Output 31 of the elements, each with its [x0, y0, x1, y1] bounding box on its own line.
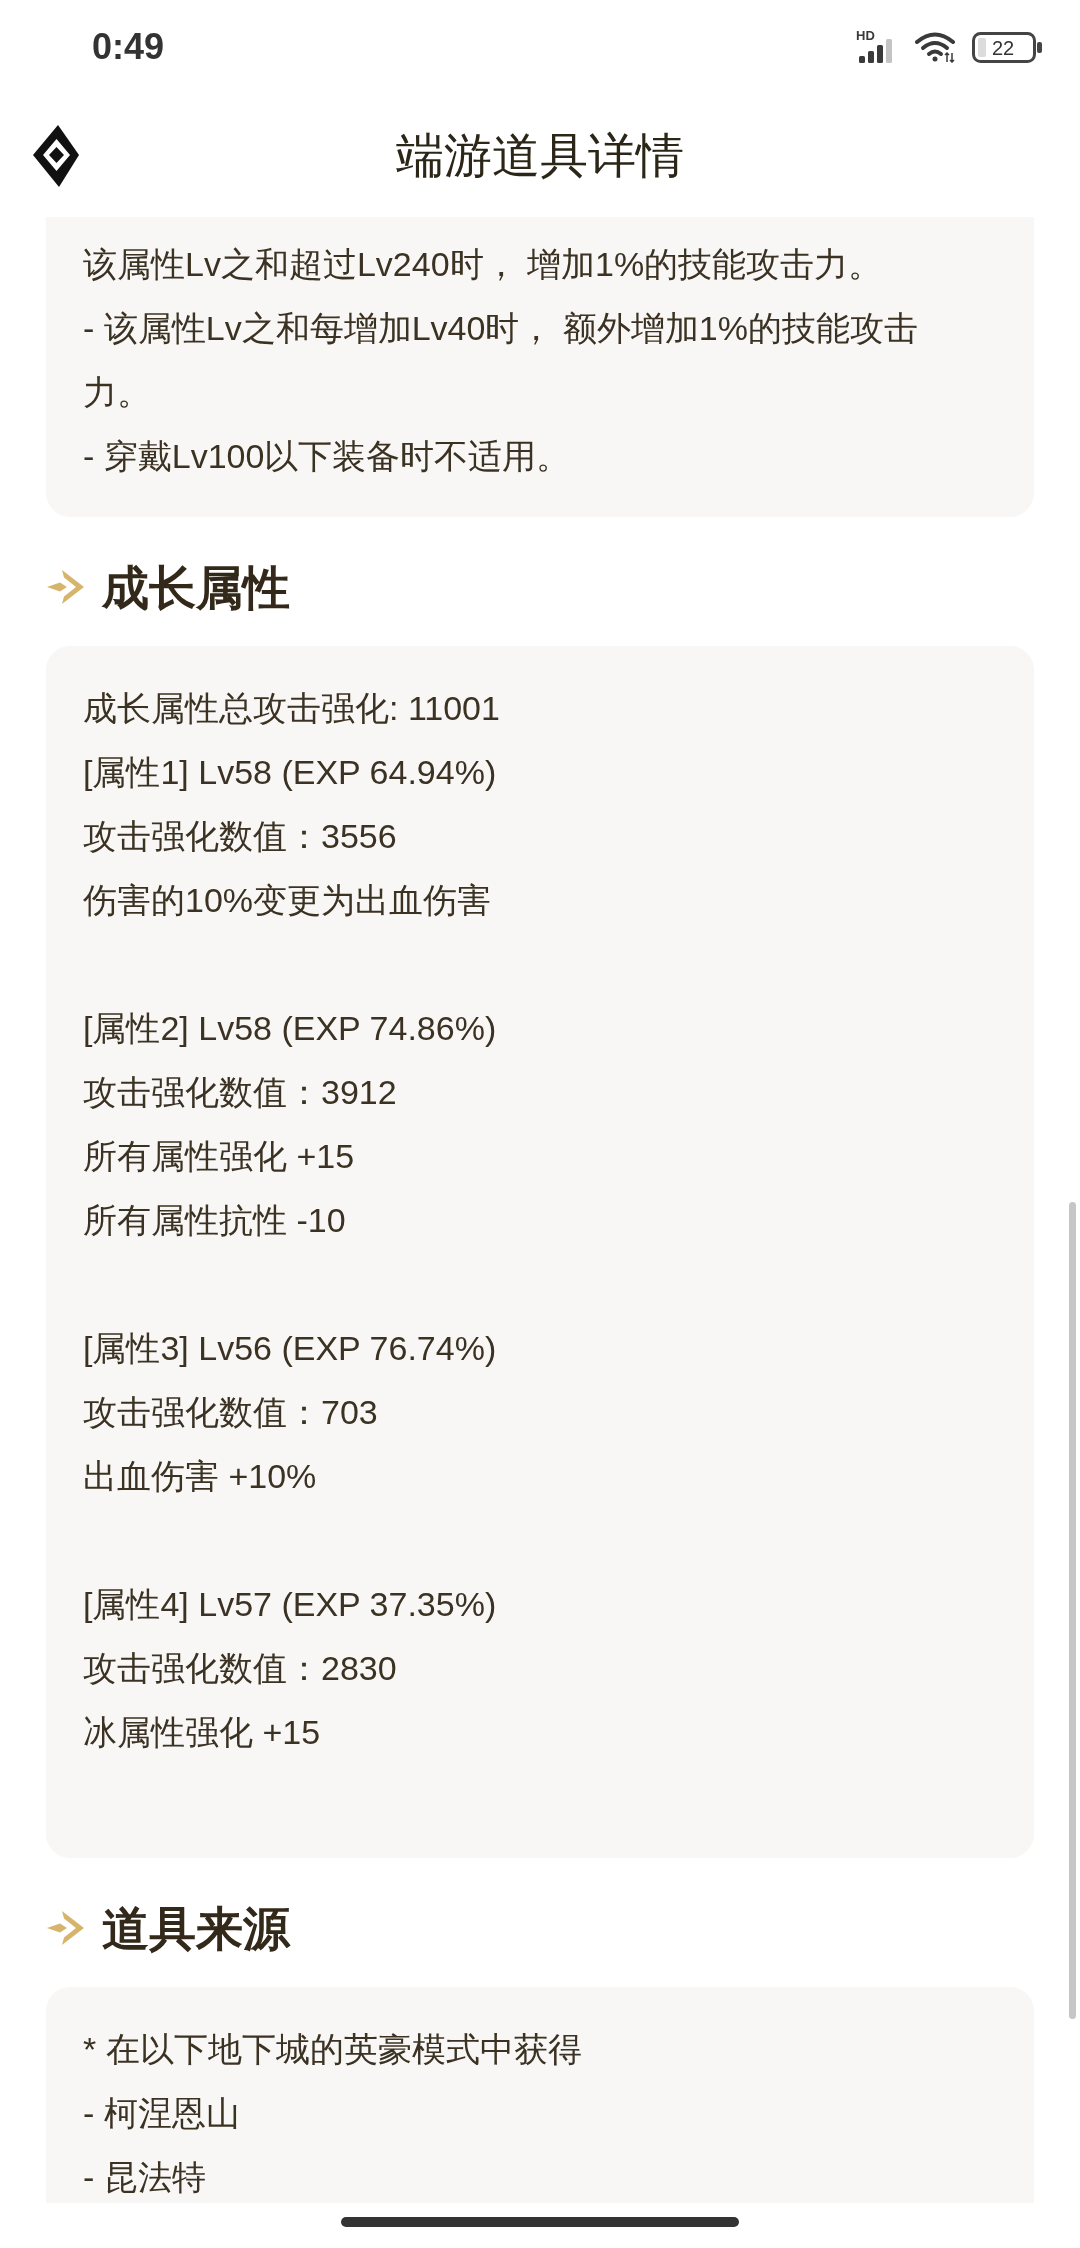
- attribute-line: 冰属性强化 +15: [83, 1712, 321, 1753]
- page-title: 端游道具详情: [396, 131, 684, 180]
- section-title: 道具来源: [102, 1904, 290, 1952]
- network-type-label: HD: [856, 29, 875, 42]
- battery-level-text: 22: [992, 37, 1015, 58]
- attribute-header: [属性1] Lv58 (EXP 64.94%): [83, 752, 497, 793]
- description-line: 该属性Lv之和超过Lv240时， 增加1%的技能攻击力。: [83, 244, 883, 285]
- logo-icon[interactable]: [33, 124, 79, 187]
- section-title: 成长属性: [102, 563, 290, 611]
- arrow-icon: [47, 1909, 85, 1947]
- attribute-line: 出血伤害 +10%: [83, 1456, 317, 1497]
- arrow-icon: [47, 568, 85, 606]
- attribute-line: 攻击强化数值：703: [83, 1392, 378, 1433]
- description-line: - 穿戴Lv100以下装备时不适用。: [83, 436, 571, 477]
- total-attack-text: 成长属性总攻击强化: 11001: [83, 688, 500, 729]
- attribute-line: 所有属性抗性 -10: [83, 1200, 346, 1241]
- source-line: * 在以下地下城的英豪模式中获得: [83, 2029, 582, 2070]
- attribute-line: 攻击强化数值：3556: [83, 816, 397, 857]
- attribute-line: 攻击强化数值：3912: [83, 1072, 397, 1113]
- description-line: - 该属性Lv之和每增加Lv40时， 额外增加1%的技能攻击力。: [83, 308, 919, 413]
- attribute-line: 伤害的10%变更为出血伤害: [83, 880, 492, 921]
- attribute-line: 所有属性强化 +15: [83, 1136, 355, 1177]
- wifi-icon: [914, 31, 956, 63]
- source-line: - 柯涅恩山: [83, 2093, 240, 2134]
- attribute-header: [属性4] Lv57 (EXP 37.35%): [83, 1584, 497, 1625]
- battery-icon: [972, 31, 1042, 63]
- status-time: 0:49: [92, 29, 165, 65]
- attribute-header: [属性3] Lv56 (EXP 76.74%): [83, 1328, 497, 1369]
- attribute-header: [属性2] Lv58 (EXP 74.86%): [83, 1008, 497, 1049]
- source-line: - 昆法特: [83, 2157, 206, 2198]
- attribute-line: 攻击强化数值：2830: [83, 1648, 397, 1689]
